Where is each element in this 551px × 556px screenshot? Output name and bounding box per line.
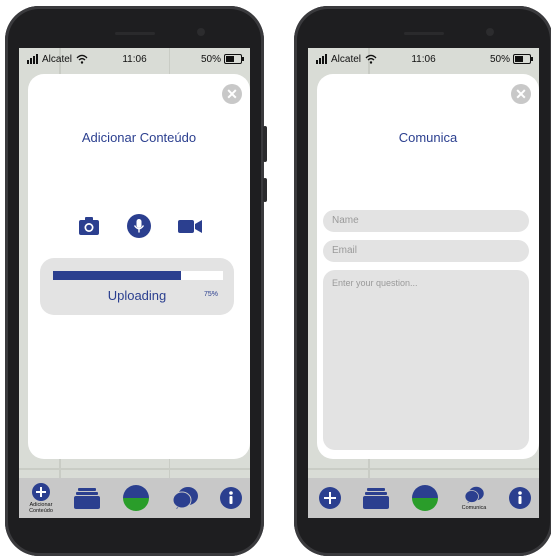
carrier-name: Alcatel bbox=[42, 53, 73, 65]
speaker-grille bbox=[404, 32, 444, 35]
map-road bbox=[19, 468, 250, 470]
clock: 11:06 bbox=[411, 53, 436, 65]
phone-frame-right: Alcatel 11:06 50% ✕ Comunica Name Email bbox=[294, 6, 551, 556]
power-button bbox=[263, 178, 267, 202]
name-placeholder: Name bbox=[332, 215, 359, 226]
nav-add-content[interactable] bbox=[310, 478, 350, 518]
name-field[interactable]: Name bbox=[323, 210, 529, 232]
half-circle-icon bbox=[412, 485, 438, 511]
half-circle-icon bbox=[123, 485, 149, 511]
wifi-icon bbox=[365, 54, 377, 64]
signal-icon bbox=[27, 54, 38, 64]
chat-bubbles-icon bbox=[172, 487, 198, 509]
media-options bbox=[28, 214, 250, 238]
nav-comunica[interactable] bbox=[165, 478, 205, 518]
nav-stack[interactable] bbox=[67, 478, 107, 518]
battery-percent: 50% bbox=[200, 53, 221, 65]
status-bar: Alcatel 11:06 50% bbox=[19, 48, 250, 70]
upload-progress-bar bbox=[53, 271, 223, 280]
front-camera bbox=[197, 28, 205, 36]
phone-frame-left: Alcatel 11:06 50% ✕ Adicionar Conteúdo U… bbox=[5, 6, 267, 556]
question-textarea[interactable]: Enter your question... bbox=[323, 270, 529, 450]
microphone-icon[interactable] bbox=[127, 214, 151, 238]
battery-icon bbox=[513, 54, 533, 64]
bottom-nav: Adicionar Conteúdo bbox=[19, 478, 250, 518]
chat-bubbles-icon bbox=[464, 486, 484, 503]
screen-right: Alcatel 11:06 50% ✕ Comunica Name Email bbox=[308, 48, 539, 518]
bottom-nav: Comunica bbox=[308, 478, 539, 518]
page-title: Adicionar Conteúdo bbox=[81, 130, 197, 145]
upload-progress-fill bbox=[53, 271, 181, 280]
clock: 11:06 bbox=[122, 53, 147, 65]
info-icon bbox=[220, 487, 242, 509]
volume-button bbox=[263, 126, 267, 162]
nav-add-content[interactable]: Adicionar Conteúdo bbox=[21, 478, 61, 518]
question-placeholder: Enter your question... bbox=[332, 278, 418, 288]
camera-icon[interactable] bbox=[77, 214, 101, 238]
nav-stack[interactable] bbox=[356, 478, 396, 518]
carrier-name: Alcatel bbox=[331, 53, 362, 65]
add-content-card: ✕ Adicionar Conteúdo Uploading 75% bbox=[28, 74, 250, 459]
screen-left: Alcatel 11:06 50% ✕ Adicionar Conteúdo U… bbox=[19, 48, 250, 518]
nav-comunica[interactable]: Comunica bbox=[454, 478, 494, 518]
comunica-card: ✕ Comunica Name Email Enter your questio… bbox=[317, 74, 539, 459]
nav-earth[interactable] bbox=[405, 478, 445, 518]
battery-icon bbox=[224, 54, 244, 64]
plus-circle-icon bbox=[32, 482, 50, 501]
front-camera bbox=[486, 28, 494, 36]
speaker-grille bbox=[115, 32, 155, 35]
status-bar: Alcatel 11:06 50% bbox=[308, 48, 539, 70]
video-camera-icon[interactable] bbox=[177, 214, 202, 238]
info-icon bbox=[509, 487, 531, 509]
nav-label-add-content: Adicionar Conteúdo bbox=[29, 501, 53, 514]
wifi-icon bbox=[76, 54, 88, 64]
upload-progress-panel: Uploading 75% bbox=[40, 258, 234, 315]
nav-info[interactable] bbox=[500, 478, 539, 518]
email-placeholder: Email bbox=[332, 245, 358, 256]
close-icon[interactable]: ✕ bbox=[222, 84, 242, 104]
stack-icon bbox=[363, 488, 389, 509]
upload-percent: 75% bbox=[203, 291, 218, 298]
page-title: Comunica bbox=[398, 130, 458, 145]
map-road bbox=[308, 468, 539, 470]
nav-info[interactable] bbox=[211, 478, 250, 518]
signal-icon bbox=[316, 54, 327, 64]
nav-earth[interactable] bbox=[116, 478, 156, 518]
plus-circle-icon bbox=[319, 487, 341, 509]
battery-percent: 50% bbox=[489, 53, 510, 65]
nav-label-comunica: Comunica bbox=[461, 504, 487, 511]
stack-icon bbox=[74, 488, 100, 509]
close-icon[interactable]: ✕ bbox=[511, 84, 531, 104]
email-field[interactable]: Email bbox=[323, 240, 529, 262]
